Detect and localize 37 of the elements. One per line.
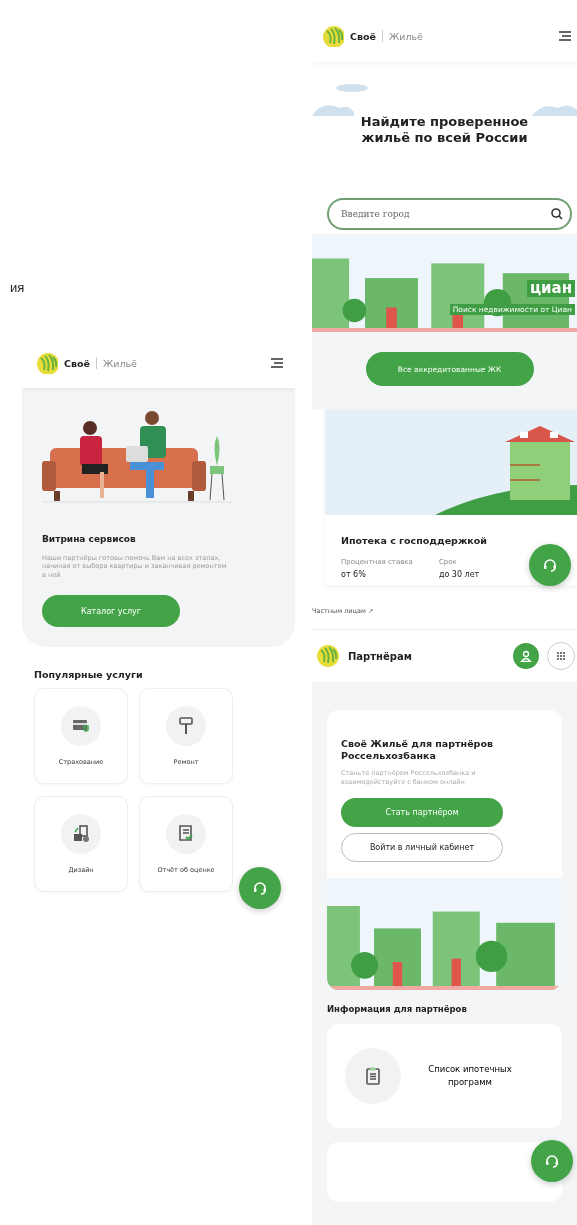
logo-icon (322, 25, 344, 47)
profile-button[interactable] (513, 643, 539, 669)
menu-icon (559, 31, 571, 41)
hero-title: Витрина сервисов (42, 534, 137, 544)
logo-tagline: Жильё (388, 30, 423, 42)
login-button[interactable]: Войти в личный кабинет (341, 832, 503, 862)
section-title: Информация для партнёров (327, 1003, 468, 1014)
fragment-text: ия (10, 280, 25, 295)
shapes-icon (71, 824, 91, 845)
clipboard-icon (363, 1065, 383, 1086)
menu-icon (271, 358, 283, 368)
headline: Найдите проверенное жильё по всей России (359, 113, 530, 147)
info-card[interactable]: Список ипотечных программ (327, 1023, 562, 1128)
person-icon (520, 650, 532, 662)
logo-text: Своё (350, 30, 376, 42)
logo-text: Своё (64, 357, 90, 369)
logo-tagline: Жильё (102, 357, 137, 369)
support-button[interactable] (531, 1140, 573, 1182)
fact-value: от 6% (341, 570, 367, 579)
partners-title: Партнёрам (348, 650, 413, 662)
headset-icon (542, 557, 558, 573)
paint-roller-icon (176, 716, 196, 737)
logo-icon (316, 644, 340, 668)
search-field[interactable]: Введите город (327, 198, 572, 230)
support-button[interactable] (239, 867, 281, 909)
card-title: Своё Жильё для партнёров Россельхозбанка (341, 738, 494, 763)
support-button[interactable] (529, 544, 571, 586)
apps-button[interactable] (547, 642, 575, 670)
grid-icon (556, 651, 566, 661)
headset-icon (252, 880, 268, 896)
card-title: Ипотека с господдержкой (341, 535, 488, 546)
headset-icon (544, 1153, 560, 1169)
fact-value: до 30 лет (438, 570, 480, 579)
search-icon (551, 208, 563, 220)
logo-icon (36, 352, 58, 374)
brand-text: циан (526, 280, 575, 297)
section-title: Популярные услуги (34, 669, 144, 681)
